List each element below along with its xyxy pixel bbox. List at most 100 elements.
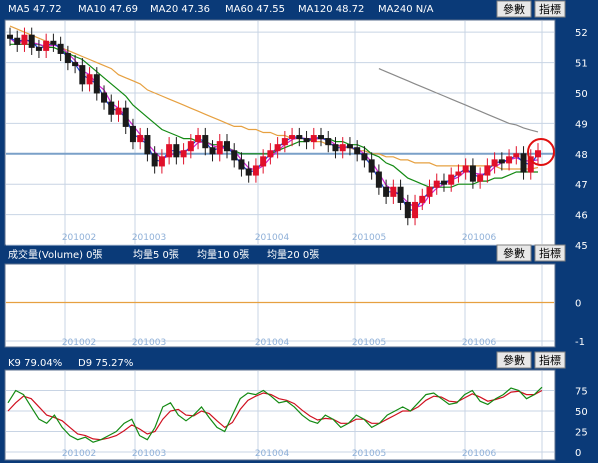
candle-down: [173, 144, 180, 158]
candle-up: [412, 201, 419, 219]
volume-x-tick-label: 201002: [62, 338, 96, 348]
candle-up: [158, 156, 165, 167]
candle-down: [101, 92, 108, 103]
candle-up: [260, 156, 267, 167]
ma20-label: MA20 47.36: [150, 4, 210, 15]
candle-down: [129, 125, 136, 143]
candle-up: [267, 150, 274, 158]
candle-up: [433, 180, 440, 188]
candle-up: [535, 150, 541, 158]
price-x-tick-label: 201003: [132, 233, 166, 243]
volume-panel: 成交量(Volume) 0張 均量5 0張 均量10 0張 均量20 0張 參數…: [4, 244, 585, 348]
kd-y-tick-label: 25: [575, 428, 588, 439]
candle-up: [491, 159, 498, 167]
price-query-label: 參數: [503, 2, 525, 16]
ma10-label: MA10 47.69: [78, 4, 138, 15]
candle-up: [252, 165, 259, 176]
price-x-tick-label: 201005: [352, 233, 386, 243]
candle-down: [151, 153, 158, 167]
ma5-label: MA5 47.72: [8, 4, 62, 15]
kd-indicator-label: 指標: [539, 353, 561, 367]
ma120-label: MA120 48.72: [298, 4, 364, 15]
d9-label: D9 75.27%: [78, 358, 133, 369]
candle-down: [122, 107, 129, 127]
candle-up: [426, 186, 433, 197]
candle-down: [57, 43, 64, 54]
volume-x-tick-label: 201005: [352, 338, 386, 348]
price-x-tick-label: 201002: [62, 233, 96, 243]
volume-plot-area: [4, 263, 556, 348]
candle-down: [397, 186, 404, 203]
kd-indicator-button[interactable]: 指標: [534, 351, 566, 369]
candle-down: [245, 168, 252, 176]
candle-up: [477, 174, 484, 182]
candle-down: [354, 147, 361, 155]
candle-down: [296, 135, 303, 140]
candle-down: [209, 147, 216, 155]
candle-up: [195, 135, 202, 143]
candle-down: [303, 138, 310, 143]
volume-x-tick-label: 201006: [462, 338, 497, 348]
kd-y-tick-label: 0: [575, 448, 581, 459]
price-plot-area: [4, 19, 556, 246]
candle-up: [390, 186, 397, 197]
candle-down: [202, 135, 209, 149]
price-y-tick-label: 45: [575, 241, 588, 252]
price-y-tick-label: 47: [575, 180, 588, 191]
volume-label: 成交量(Volume) 0張: [8, 248, 103, 261]
candle-up: [462, 165, 469, 173]
candle-up: [43, 40, 50, 51]
candle-up: [419, 195, 426, 203]
price-query-button[interactable]: 參數: [496, 0, 532, 18]
price-indicator-label: 指標: [539, 2, 561, 16]
volume-y-tick-label: 0: [575, 299, 581, 310]
candle-up: [115, 107, 122, 115]
price-x-tick-label: 201006: [462, 233, 497, 243]
candle-down: [346, 144, 353, 149]
stock-chart: MA5 47.72 MA10 47.69 MA20 47.36 MA60 47.…: [0, 0, 598, 463]
price-y-tick-label: 49: [575, 119, 588, 130]
candle-down: [231, 150, 238, 161]
volume-indicator-button[interactable]: 指標: [534, 244, 566, 262]
candle-down: [35, 46, 42, 51]
candle-down: [7, 34, 13, 39]
kd-query-label: 參數: [503, 353, 525, 367]
volume-header: 成交量(Volume) 0張 均量5 0張 均量10 0張 均量20 0張: [8, 248, 319, 261]
volume-x-tick-label: 201003: [132, 338, 166, 348]
price-indicator-button[interactable]: 指標: [534, 0, 566, 18]
kd-x-tick-label: 201003: [132, 449, 166, 459]
kd-y-tick-label: 75: [575, 387, 588, 398]
candle-up: [187, 141, 194, 152]
candle-down: [108, 101, 115, 115]
candle-up: [137, 135, 144, 143]
candle-down: [14, 37, 21, 45]
candle-down: [223, 141, 230, 152]
kd-plot-area: [4, 369, 556, 461]
price-y-tick-label: 46: [575, 211, 588, 222]
candle-up: [339, 144, 346, 152]
candle-up: [484, 165, 491, 176]
price-x-tick-label: 201004: [255, 233, 290, 243]
candle-down: [79, 65, 86, 85]
candle-down: [50, 40, 57, 45]
price-panel: MA5 47.72 MA10 47.69 MA20 47.36 MA60 47.…: [4, 0, 588, 252]
volume-query-label: 參數: [503, 246, 525, 260]
candle-down: [469, 165, 476, 182]
volume-y-tick-label: -1: [575, 337, 585, 348]
k9-label: K9 79.04%: [8, 358, 62, 369]
kd-x-tick-label: 201002: [62, 449, 96, 459]
candle-up: [21, 34, 28, 45]
candle-up: [216, 141, 223, 155]
price-y-tick-label: 51: [575, 59, 588, 70]
kd-x-tick-label: 201004: [255, 449, 290, 459]
volume-x-tick-label: 201004: [255, 338, 290, 348]
candle-down: [361, 153, 368, 161]
kd-x-tick-label: 201006: [462, 449, 497, 459]
candle-down: [28, 34, 35, 48]
kd-query-button[interactable]: 參數: [496, 351, 532, 369]
candle-up: [506, 156, 513, 164]
candle-down: [93, 74, 100, 94]
ma60-label: MA60 47.55: [225, 4, 285, 15]
candle-up: [86, 74, 93, 85]
volume-query-button[interactable]: 參數: [496, 244, 532, 262]
